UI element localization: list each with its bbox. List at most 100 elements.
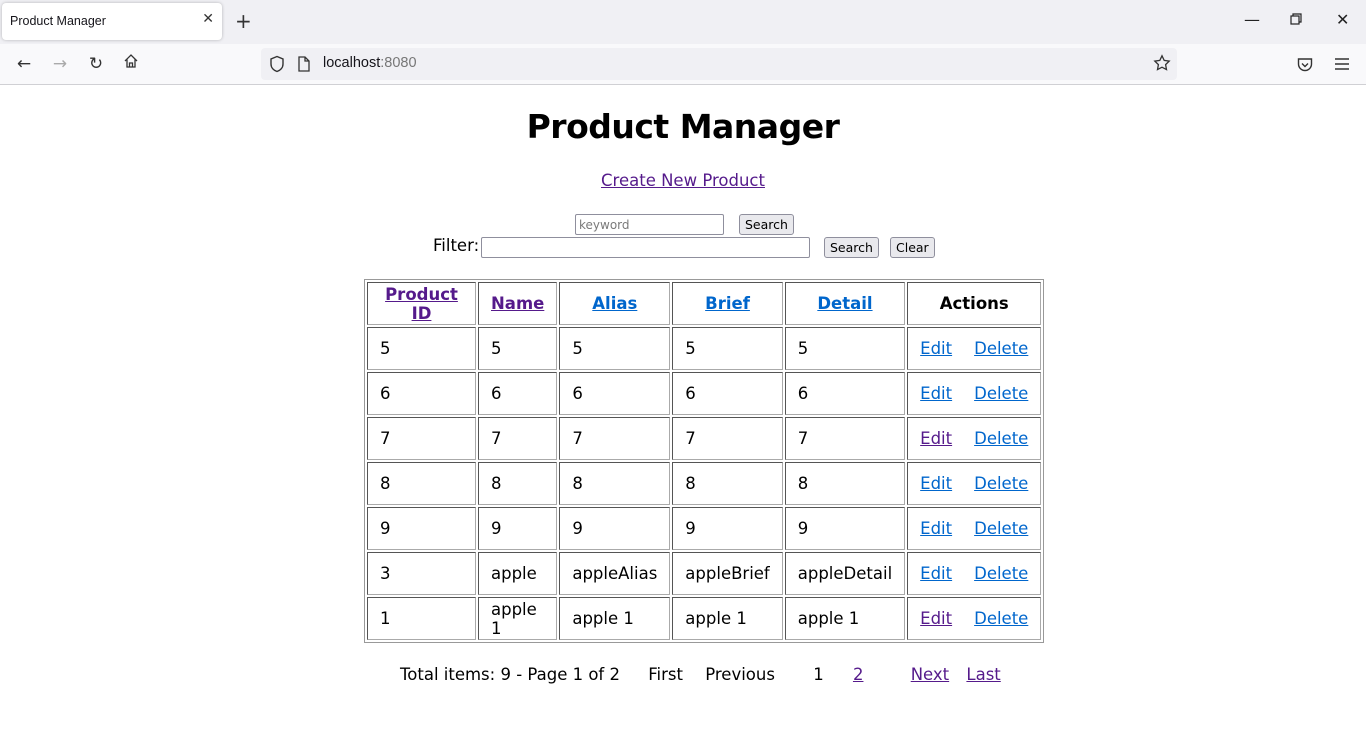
back-icon[interactable]: ← bbox=[12, 53, 36, 77]
new-tab-icon[interactable]: + bbox=[235, 9, 252, 33]
page-2-link[interactable]: 2 bbox=[853, 665, 864, 684]
tab-close-icon[interactable]: ✕ bbox=[202, 11, 214, 27]
keyword-input[interactable] bbox=[575, 214, 724, 235]
pocket-icon[interactable] bbox=[1296, 56, 1314, 78]
pagination-summary: Total items: 9 - Page 1 of 2 bbox=[400, 665, 620, 684]
edit-link[interactable]: Edit bbox=[920, 474, 952, 493]
cell-alias: appleAlias bbox=[559, 552, 671, 595]
create-new-product-link[interactable]: Create New Product bbox=[601, 171, 765, 190]
cell-actions: Edit Delete bbox=[907, 597, 1042, 640]
column-header-detail[interactable]: Detail bbox=[784, 282, 906, 325]
delete-link[interactable]: Delete bbox=[974, 474, 1028, 493]
cell-alias: apple 1 bbox=[559, 597, 671, 640]
delete-link[interactable]: Delete bbox=[974, 564, 1028, 583]
cell-brief: 6 bbox=[672, 372, 783, 415]
page-1-current: 1 bbox=[813, 665, 824, 684]
url-text[interactable]: localhost:8080 bbox=[323, 55, 417, 71]
table-row: 6 6 6 6 6 Edit Delete bbox=[367, 372, 1042, 415]
url-port: :8080 bbox=[380, 55, 417, 71]
table-row: 3 apple appleAlias appleBrief appleDetail Edi… bbox=[367, 552, 1042, 595]
sort-link-brief[interactable]: Brief bbox=[705, 294, 750, 313]
last-page-link[interactable]: Last bbox=[966, 665, 1000, 684]
cell-brief: 9 bbox=[672, 507, 783, 550]
cell-actions: Edit Delete bbox=[907, 462, 1042, 505]
delete-link[interactable]: Delete bbox=[974, 339, 1028, 358]
cell-id: 5 bbox=[367, 327, 476, 370]
column-header-product-id[interactable]: Product ID bbox=[367, 282, 476, 325]
cell-brief: appleBrief bbox=[672, 552, 783, 595]
first-page-label: First bbox=[648, 665, 683, 684]
cell-id: 1 bbox=[367, 597, 476, 640]
edit-link[interactable]: Edit bbox=[920, 339, 952, 358]
cell-alias: 6 bbox=[559, 372, 671, 415]
reload-icon[interactable]: ↻ bbox=[84, 53, 108, 77]
table-header-row: Product ID Name Alias Brief Detail Actions bbox=[367, 282, 1042, 325]
cell-detail: 6 bbox=[784, 372, 906, 415]
sort-link-alias[interactable]: Alias bbox=[592, 294, 637, 313]
table-row: 7 7 7 7 7 Edit Delete bbox=[367, 417, 1042, 460]
cell-id: 8 bbox=[367, 462, 476, 505]
cell-detail: 8 bbox=[784, 462, 906, 505]
browser-tab[interactable]: Product Manager ✕ bbox=[2, 3, 222, 40]
edit-link[interactable]: Edit bbox=[920, 609, 952, 628]
menu-icon[interactable] bbox=[1334, 56, 1350, 76]
table-row: 9 9 9 9 9 Edit Delete bbox=[367, 507, 1042, 550]
window-close-icon[interactable]: ✕ bbox=[1336, 10, 1349, 29]
page-content: Product Manager Create New Product Searc… bbox=[0, 85, 1366, 738]
edit-link[interactable]: Edit bbox=[920, 384, 952, 403]
column-header-name[interactable]: Name bbox=[478, 282, 558, 325]
filter-search-button[interactable]: Search bbox=[824, 237, 879, 258]
page-icon[interactable] bbox=[297, 55, 311, 77]
cell-name: 9 bbox=[478, 507, 558, 550]
sort-link-name[interactable]: Name bbox=[491, 294, 544, 313]
filter-label: Filter: bbox=[433, 236, 480, 255]
cell-alias: 8 bbox=[559, 462, 671, 505]
edit-link[interactable]: Edit bbox=[920, 519, 952, 538]
cell-id: 6 bbox=[367, 372, 476, 415]
products-table: Product ID Name Alias Brief Detail Actions 5 5… bbox=[364, 279, 1045, 643]
cell-name: 8 bbox=[478, 462, 558, 505]
star-icon[interactable] bbox=[1153, 54, 1171, 76]
pagination: Total items: 9 - Page 1 of 2 First Previ… bbox=[400, 665, 1001, 684]
cell-brief: 8 bbox=[672, 462, 783, 505]
filter-input[interactable] bbox=[481, 237, 810, 258]
url-host: localhost bbox=[323, 55, 381, 71]
delete-link[interactable]: Delete bbox=[974, 384, 1028, 403]
cell-id: 3 bbox=[367, 552, 476, 595]
forward-icon[interactable]: → bbox=[48, 53, 72, 77]
cell-name: 6 bbox=[478, 372, 558, 415]
cell-name: apple bbox=[478, 552, 558, 595]
page-title: Product Manager bbox=[526, 107, 840, 146]
cell-alias: 7 bbox=[559, 417, 671, 460]
edit-link[interactable]: Edit bbox=[920, 429, 952, 448]
cell-detail: 5 bbox=[784, 327, 906, 370]
cell-actions: Edit Delete bbox=[907, 507, 1042, 550]
table-row: 8 8 8 8 8 Edit Delete bbox=[367, 462, 1042, 505]
previous-page-label: Previous bbox=[705, 665, 775, 684]
tab-bar: Product Manager ✕ + — ✕ bbox=[0, 0, 1366, 44]
home-icon[interactable] bbox=[119, 53, 143, 77]
minimize-icon[interactable]: — bbox=[1244, 10, 1260, 29]
delete-link[interactable]: Delete bbox=[974, 429, 1028, 448]
cell-detail: apple 1 bbox=[784, 597, 906, 640]
edit-link[interactable]: Edit bbox=[920, 564, 952, 583]
restore-icon[interactable] bbox=[1290, 10, 1302, 29]
cell-brief: 7 bbox=[672, 417, 783, 460]
sort-link-detail[interactable]: Detail bbox=[817, 294, 872, 313]
sort-link-product-id[interactable]: Product ID bbox=[385, 285, 458, 323]
delete-link[interactable]: Delete bbox=[974, 519, 1028, 538]
clear-button[interactable]: Clear bbox=[890, 237, 935, 258]
cell-actions: Edit Delete bbox=[907, 417, 1042, 460]
shield-icon[interactable] bbox=[269, 55, 285, 77]
table-row: 1 apple 1 apple 1 apple 1 apple 1 Edit Delete bbox=[367, 597, 1042, 640]
cell-alias: 5 bbox=[559, 327, 671, 370]
delete-link[interactable]: Delete bbox=[974, 609, 1028, 628]
cell-brief: apple 1 bbox=[672, 597, 783, 640]
url-bar[interactable]: localhost:8080 bbox=[261, 48, 1177, 80]
column-header-alias[interactable]: Alias bbox=[559, 282, 671, 325]
next-page-link[interactable]: Next bbox=[911, 665, 949, 684]
keyword-search-button[interactable]: Search bbox=[739, 214, 794, 235]
actions-header-label: Actions bbox=[939, 294, 1009, 313]
cell-name: 7 bbox=[478, 417, 558, 460]
column-header-brief[interactable]: Brief bbox=[672, 282, 783, 325]
